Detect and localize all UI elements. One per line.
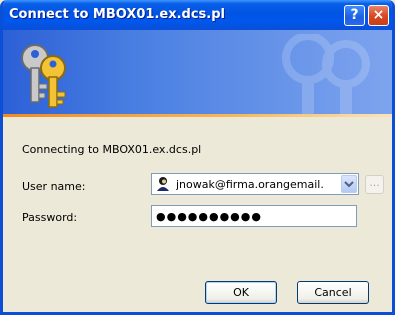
titlebar[interactable]: Connect to MBOX01.ex.dcs.pl ? × bbox=[3, 0, 392, 30]
keys-icon bbox=[21, 44, 66, 108]
keys-watermark-icon bbox=[282, 34, 370, 114]
connect-dialog: Connect to MBOX01.ex.dcs.pl ? × Connecti… bbox=[0, 0, 395, 315]
user-name-combobox[interactable]: jnowak@firma.orangemail. bbox=[151, 173, 359, 195]
cancel-button[interactable]: Cancel bbox=[297, 281, 369, 304]
ok-button[interactable]: OK bbox=[205, 281, 277, 304]
password-field[interactable] bbox=[151, 205, 357, 227]
banner-accent-line bbox=[3, 114, 392, 117]
browse-button[interactable]: ... bbox=[365, 175, 384, 194]
help-button[interactable]: ? bbox=[344, 5, 365, 26]
close-button[interactable]: × bbox=[368, 5, 389, 26]
user-name-label: User name: bbox=[22, 180, 86, 193]
window-title: Connect to MBOX01.ex.dcs.pl bbox=[9, 7, 225, 22]
user-name-value: jnowak@firma.orangemail. bbox=[176, 178, 324, 191]
user-icon bbox=[157, 177, 169, 191]
chevron-down-icon bbox=[344, 181, 354, 188]
connecting-text: Connecting to MBOX01.ex.dcs.pl bbox=[22, 143, 202, 156]
dialog-banner bbox=[3, 30, 392, 114]
password-label: Password: bbox=[22, 211, 78, 224]
user-name-dropdown-button[interactable] bbox=[341, 175, 357, 193]
